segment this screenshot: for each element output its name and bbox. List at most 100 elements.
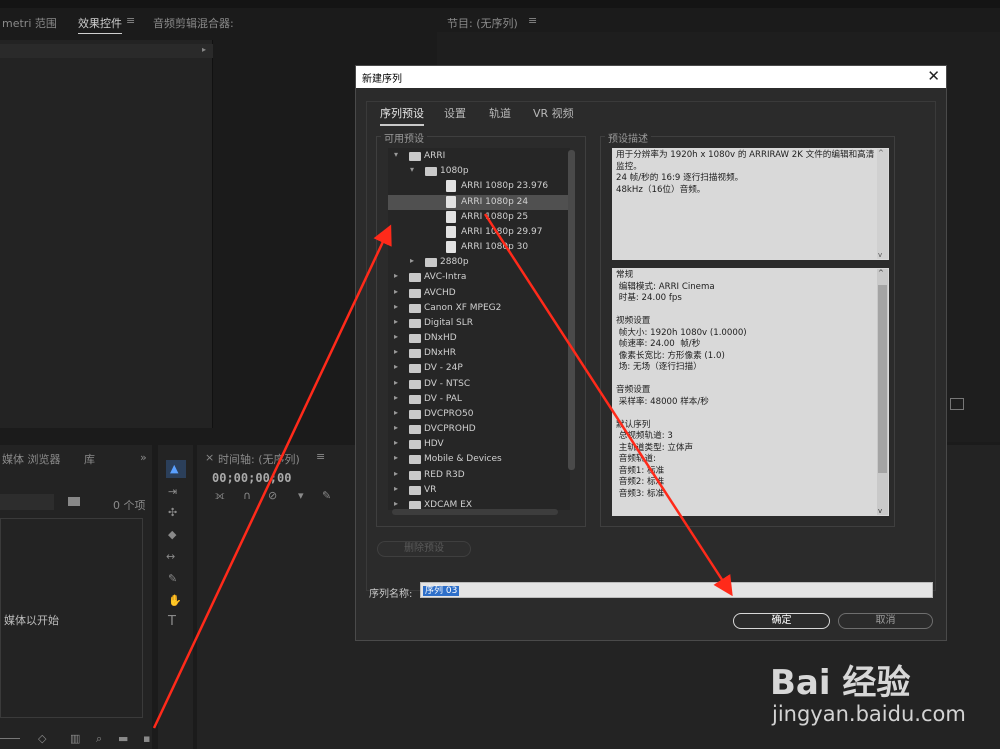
timeline-timecode[interactable]: 00;00;00;00	[212, 471, 291, 485]
tree-folder-item[interactable]: ▸ AVCHD	[388, 286, 570, 301]
tree-vertical-scrollbar[interactable]	[568, 150, 575, 470]
chevron-right-icon[interactable]: ▸	[394, 332, 398, 341]
tree-folder-item[interactable]: ▸ 2880p	[388, 255, 570, 270]
chevron-right-icon[interactable]: ▸	[394, 408, 398, 417]
chevron-right-icon[interactable]: ▸	[394, 271, 398, 280]
chevron-right-icon[interactable]: ▸	[394, 317, 398, 326]
bin-icon[interactable]: ▬	[118, 732, 128, 745]
chevron-right-icon[interactable]: ▸	[394, 302, 398, 311]
panel-menu-icon[interactable]: ≡	[126, 14, 135, 27]
scroll-down-icon[interactable]: v	[878, 507, 882, 515]
tree-folder-item[interactable]: ▸ DV - NTSC	[388, 377, 570, 392]
preset-tree[interactable]: ▾ ARRI ▾ 1080p ARRI 1080p 23.976 ARRI 1080p 2…	[388, 148, 570, 510]
tree-folder-item[interactable]: ▸ DV - 24P	[388, 361, 570, 376]
type-tool-icon[interactable]: T	[168, 614, 176, 629]
razor-tool-icon[interactable]: ◆	[168, 528, 176, 541]
tree-folder-item[interactable]: ▸ DNxHR	[388, 346, 570, 361]
tab-effect-controls[interactable]: 效果控件	[78, 15, 122, 34]
chevron-right-icon[interactable]: ▸	[394, 287, 398, 296]
tab-settings[interactable]: 设置	[444, 105, 466, 121]
scroll-down-icon[interactable]: v	[878, 251, 882, 259]
snap-icon[interactable]: ∩	[243, 489, 251, 502]
tree-folder-item[interactable]: ▸ HDV	[388, 437, 570, 452]
tree-folder-item[interactable]: ▸ Mobile & Devices	[388, 452, 570, 467]
timeline-menu-icon[interactable]: ≡	[316, 450, 325, 463]
selection-tool-icon[interactable]: ▲	[170, 462, 178, 475]
ok-button[interactable]: 确定	[733, 613, 830, 629]
slip-tool-icon[interactable]: ↔	[166, 550, 175, 563]
tab-media-browser[interactable]: 媒体 浏览器	[2, 451, 61, 467]
zoom-slider[interactable]	[0, 738, 20, 739]
tab-audio-clip-mixer[interactable]: 音频剪辑混合器:	[153, 15, 234, 31]
cancel-button[interactable]: 取消	[838, 613, 933, 629]
ripple-edit-tool-icon[interactable]: ✣	[168, 506, 177, 519]
pen-tool-icon[interactable]: ✎	[168, 572, 177, 585]
linked-selection-icon[interactable]: ⊘	[268, 489, 277, 502]
project-search-input[interactable]	[0, 494, 54, 510]
tree-folder-item[interactable]: ▸ AVC-Intra	[388, 270, 570, 285]
chevron-right-icon[interactable]: ▸	[394, 484, 398, 493]
chevron-down-icon[interactable]: ▾	[394, 150, 398, 159]
tab-vr-video[interactable]: VR 视频	[533, 105, 574, 121]
description-line: 监控。	[616, 161, 642, 172]
tree-preset-item[interactable]: ARRI 1080p 23.976	[388, 179, 570, 194]
chevron-right-icon[interactable]: ▸	[394, 378, 398, 387]
details-scrollbar[interactable]: ^ v	[877, 269, 888, 515]
tree-preset-item[interactable]: ARRI 1080p 30	[388, 240, 570, 255]
tab-program-monitor[interactable]: 节目: (无序列)	[447, 15, 518, 31]
chevron-right-icon[interactable]: ▸	[394, 393, 398, 402]
preset-file-icon	[446, 241, 456, 254]
scroll-up-icon[interactable]: ^	[878, 269, 884, 277]
hand-tool-icon[interactable]: ✋	[168, 594, 182, 607]
tab-tracks[interactable]: 轨道	[489, 105, 511, 121]
description-scrollbar[interactable]: ^ v	[877, 149, 888, 259]
export-frame-icon[interactable]	[950, 398, 964, 410]
chevron-down-icon[interactable]: ▾	[410, 165, 414, 174]
tree-folder-item[interactable]: ▸ DVCPRO50	[388, 407, 570, 422]
chevron-right-icon[interactable]: ▸	[394, 499, 398, 508]
tree-folder-item[interactable]: ▸ VR	[388, 483, 570, 498]
chevron-right-icon[interactable]: ▸	[394, 453, 398, 462]
tab-lumetri-scopes[interactable]: metri 范围	[2, 15, 57, 31]
tree-folder-item[interactable]: ▸ DNxHD	[388, 331, 570, 346]
new-bin-icon[interactable]	[68, 497, 80, 506]
details-scroll-thumb[interactable]	[878, 285, 887, 473]
tree-preset-item[interactable]: ARRI 1080p 29.97	[388, 225, 570, 240]
tab-timeline[interactable]: 时间轴: (无序列)	[218, 451, 300, 467]
nest-icon[interactable]: ⟗	[215, 489, 225, 503]
sequence-name-input[interactable]: 序列 03	[420, 582, 933, 598]
close-timeline-icon[interactable]: ×	[205, 451, 214, 464]
timeline-settings-icon[interactable]: ✎	[322, 489, 331, 502]
tree-folder-item[interactable]: ▸ Digital SLR	[388, 316, 570, 331]
track-select-tool-icon[interactable]: ⇥	[168, 485, 177, 498]
tree-folder-item[interactable]: ▾ 1080p	[388, 164, 570, 179]
chevron-right-icon[interactable]: ▸	[394, 438, 398, 447]
tree-folder-item[interactable]: ▸ Canon XF MPEG2	[388, 301, 570, 316]
tree-folder-item[interactable]: ▸ DVCPROHD	[388, 422, 570, 437]
close-icon[interactable]: ✕	[927, 67, 940, 85]
tree-folder-item[interactable]: ▾ ARRI	[388, 149, 570, 164]
tree-horizontal-scrollbar[interactable]	[392, 509, 558, 515]
baidu-jingyan-logo: Bai 经验	[770, 663, 911, 703]
find-icon[interactable]: ⌕	[96, 732, 102, 746]
expand-arrow-icon[interactable]: ▸	[202, 45, 206, 54]
tab-sequence-presets[interactable]: 序列预设	[380, 105, 424, 126]
tree-folder-item[interactable]: ▸ RED R3D	[388, 468, 570, 483]
sort-icon[interactable]: ◇	[38, 732, 46, 745]
program-menu-icon[interactable]: ≡	[528, 14, 537, 27]
new-item-icon[interactable]: ▪	[143, 732, 150, 745]
delete-preset-button[interactable]: 删除预设	[377, 541, 471, 557]
chevron-right-icon[interactable]: ▸	[394, 423, 398, 432]
tree-preset-item[interactable]: ARRI 1080p 25	[388, 210, 570, 225]
scroll-up-icon[interactable]: ^	[878, 149, 884, 157]
chevron-right-icon[interactable]: ▸	[410, 256, 414, 265]
add-marker-icon[interactable]: ▾	[298, 489, 304, 502]
tree-folder-item[interactable]: ▸ DV - PAL	[388, 392, 570, 407]
chevron-right-icon[interactable]: ▸	[394, 347, 398, 356]
more-panels-icon[interactable]: »	[140, 451, 147, 464]
tab-library[interactable]: 库	[84, 451, 95, 467]
chevron-right-icon[interactable]: ▸	[394, 362, 398, 371]
tree-preset-item[interactable]: ARRI 1080p 24	[388, 194, 570, 210]
chevron-right-icon[interactable]: ▸	[394, 469, 398, 478]
automate-icon[interactable]: ▥	[70, 732, 80, 745]
